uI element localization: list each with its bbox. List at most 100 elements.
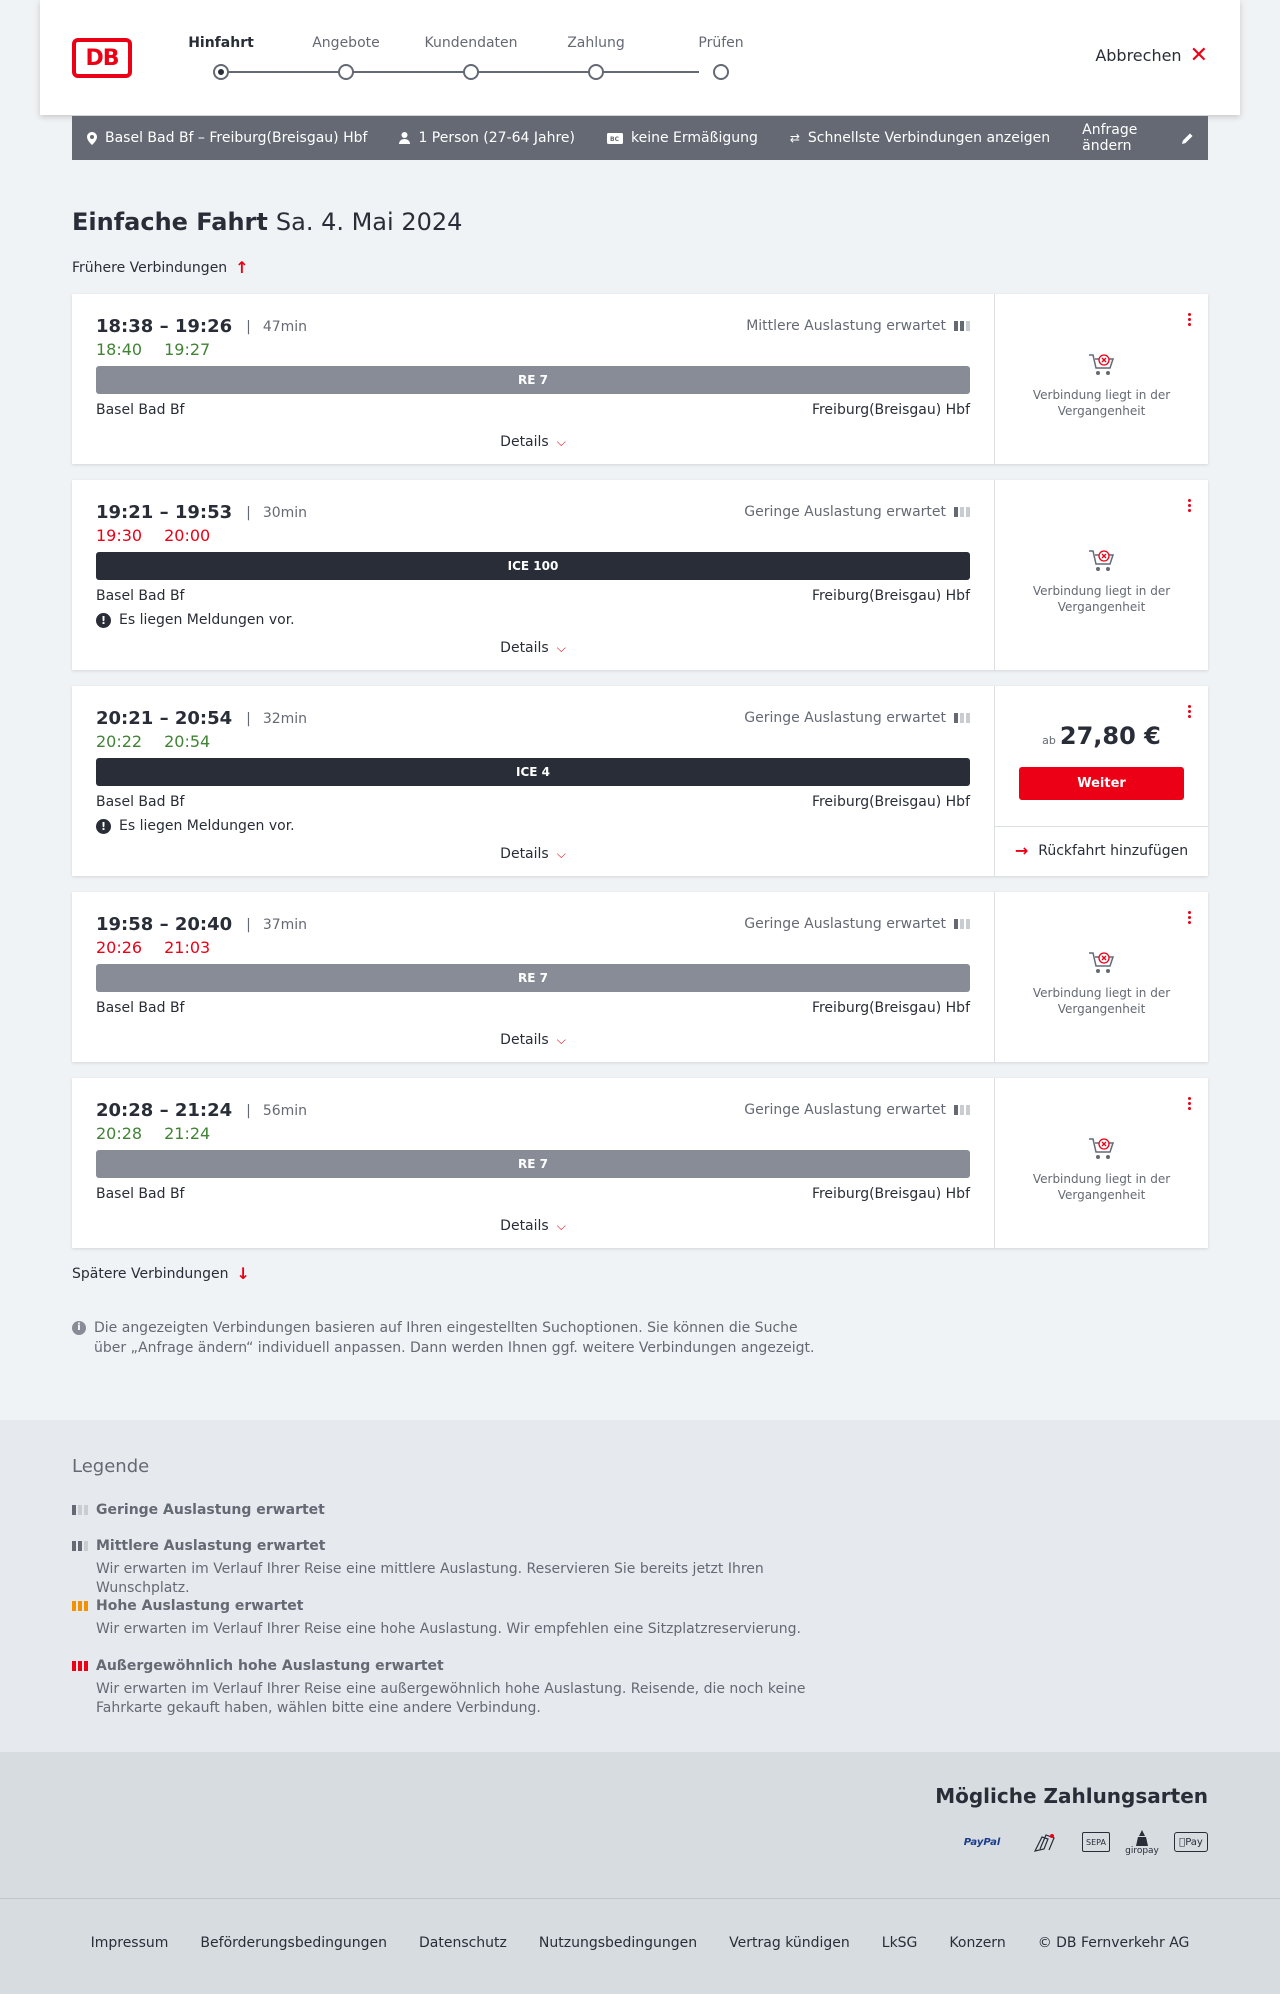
step-0: Hinfahrt [151, 34, 291, 80]
origin-station: Basel Bad Bf [96, 1186, 185, 1202]
trip-type-title: Einfache Fahrt [72, 208, 268, 236]
pencil-icon [1182, 132, 1193, 144]
details-toggle[interactable]: Details ⌵ [72, 434, 994, 450]
occupancy-icon [954, 321, 970, 331]
footer-link[interactable]: Vertrag kündigen [729, 1935, 850, 1951]
continue-button[interactable]: Weiter [1019, 767, 1184, 800]
duration: 47min [262, 318, 308, 335]
realtime-departure: 20:28 [96, 1124, 143, 1143]
bahncard-icon: BC [607, 132, 623, 144]
past-connection-text: Verbindung liegt in der Vergangenheit [1032, 584, 1171, 614]
origin-station: Basel Bad Bf [96, 1000, 185, 1016]
arrow-up-icon: ↑ [235, 258, 249, 277]
train-name: RE 7 [518, 1157, 548, 1171]
destination-station: Freiburg(Breisgau) Hbf [811, 1000, 970, 1016]
connection-details: 19:58 – 20:40 | 37min 20:26 21:03 Geringe Aus… [72, 892, 994, 1062]
earlier-connections-link[interactable]: Frühere Verbindungen ↑ [72, 258, 249, 277]
occupancy-info: Geringe Auslastung erwartet [744, 1102, 970, 1118]
scheduled-times: 19:21 – 19:53 | 30min [96, 502, 307, 523]
connection-card[interactable]: 20:28 – 21:24 | 56min 20:28 21:24 Geringe Aus… [72, 1078, 1208, 1248]
details-toggle[interactable]: Details ⌵ [72, 1218, 994, 1234]
connection-card[interactable]: 19:58 – 20:40 | 37min 20:26 21:03 Geringe Aus… [72, 892, 1208, 1062]
separator: | [246, 1102, 251, 1119]
legend-item-title: Mittlere Auslastung erwartet [96, 1538, 326, 1554]
connection-card[interactable]: 18:38 – 19:26 | 47min 18:40 19:27 Mittlere Au… [72, 294, 1208, 464]
price: ab 27,80 € [995, 722, 1208, 750]
train-bar[interactable]: RE 7 [96, 964, 970, 992]
realtime-departure: 20:26 [96, 938, 143, 957]
giropay-icon: giropay [1124, 1826, 1160, 1860]
details-toggle[interactable]: Details ⌵ [72, 640, 994, 656]
step-label: Prüfen [698, 35, 744, 51]
realtime-arrival: 19:27 [164, 340, 211, 359]
occupancy-text: Geringe Auslastung erwartet [744, 916, 946, 932]
destination-station: Freiburg(Breisgau) Hbf [811, 588, 970, 604]
footer-link[interactable]: © DB Fernverkehr AG [1038, 1935, 1190, 1951]
more-options-icon[interactable] [1186, 1092, 1192, 1114]
origin-station: Basel Bad Bf [96, 402, 185, 418]
db-logo[interactable]: DB [72, 38, 132, 78]
train-bar[interactable]: RE 7 [96, 1150, 970, 1178]
cart-unavailable-icon [1088, 354, 1114, 375]
details-label: Details [500, 1032, 549, 1048]
realtime-times: 20:26 21:03 [96, 938, 210, 957]
more-options-icon[interactable] [1186, 308, 1192, 330]
footer-link[interactable]: Beförderungsbedingungen [200, 1935, 387, 1951]
offer-panel: Verbindung liegt in der Vergangenheit [994, 480, 1208, 670]
train-bar[interactable]: ICE 4 [96, 758, 970, 786]
past-connection-notice: Verbindung liegt in der Vergangenheit [995, 351, 1208, 419]
realtime-arrival: 21:03 [164, 938, 211, 957]
message-notice: ! Es liegen Meldungen vor. [96, 818, 295, 834]
train-name: RE 7 [518, 971, 548, 985]
occupancy-icon [954, 713, 970, 723]
train-name: RE 7 [518, 373, 548, 387]
sepa-icon: SEPA [1082, 1832, 1110, 1852]
train-bar[interactable]: RE 7 [96, 366, 970, 394]
price-value: 27,80 € [1059, 722, 1161, 750]
more-options-icon[interactable] [1186, 494, 1192, 516]
past-connection-notice: Verbindung liegt in der Vergangenheit [995, 949, 1208, 1017]
footer-link[interactable]: Nutzungsbedingungen [539, 1935, 697, 1951]
scheduled-times: 18:38 – 19:26 | 47min [96, 316, 307, 337]
legend-section: Legende Geringe Auslastung erwartet Mitt… [0, 1420, 1280, 1752]
separator: | [246, 504, 251, 521]
footer-link[interactable]: Datenschutz [419, 1935, 507, 1951]
step-2: Kundendaten [401, 34, 541, 80]
connection-card[interactable]: 19:21 – 19:53 | 30min 19:30 20:00 Geringe Aus… [72, 480, 1208, 670]
connection-card[interactable]: 20:21 – 20:54 | 32min 20:22 20:54 Geringe Aus… [72, 686, 1208, 876]
train-name: ICE 100 [507, 559, 559, 573]
legend-item-very-high: Außergewöhnlich hohe Auslastung erwartet… [72, 1658, 852, 1718]
occupancy-info: Geringe Auslastung erwartet [744, 504, 970, 520]
step-1: Angebote [276, 34, 416, 80]
footer-link[interactable]: Konzern [949, 1935, 1005, 1951]
message-notice: ! Es liegen Meldungen vor. [96, 612, 295, 628]
cancel-button[interactable]: Abbrechen ✕ [1095, 44, 1208, 66]
details-toggle[interactable]: Details ⌵ [72, 846, 994, 862]
details-toggle[interactable]: Details ⌵ [72, 1032, 994, 1048]
connection-details: 18:38 – 19:26 | 47min 18:40 19:27 Mittlere Au… [72, 294, 994, 464]
step-label: Zahlung [567, 35, 625, 51]
message-text: Es liegen Meldungen vor. [119, 612, 295, 628]
route-summary: Basel Bad Bf – Freiburg(Breisgau) Hbf [87, 130, 367, 146]
more-options-icon[interactable] [1186, 700, 1192, 722]
footer-link[interactable]: Impressum [91, 1935, 169, 1951]
more-options-icon[interactable] [1186, 906, 1192, 928]
scheduled-times: 19:58 – 20:40 | 37min [96, 914, 307, 935]
payment-title: Mögliche Zahlungsarten [935, 1784, 1208, 1808]
later-connections-link[interactable]: Spätere Verbindungen ↓ [72, 1264, 250, 1283]
offer-panel: Verbindung liegt in der Vergangenheit [994, 294, 1208, 464]
paypal-icon: PayPal [963, 1836, 1001, 1848]
add-return-trip-link[interactable]: → Rückfahrt hinzufügen [995, 826, 1208, 874]
change-request-button[interactable]: Anfrage ändern [1082, 122, 1193, 154]
footer-link[interactable]: LkSG [882, 1935, 918, 1951]
footer-links: Impressum Beförderungsbedingungen Datensch… [0, 1935, 1280, 1951]
step-dot [713, 64, 729, 80]
occupancy-icon [954, 919, 970, 929]
cart-unavailable-icon [1088, 1138, 1114, 1159]
train-name: ICE 4 [516, 765, 550, 779]
legend-title: Legende [72, 1456, 150, 1477]
departure-arrival: 20:28 – 21:24 [96, 1100, 233, 1121]
connection-details: 20:21 – 20:54 | 32min 20:22 20:54 Geringe Aus… [72, 686, 994, 876]
occupancy-text: Geringe Auslastung erwartet [744, 710, 946, 726]
train-bar[interactable]: ICE 100 [96, 552, 970, 580]
